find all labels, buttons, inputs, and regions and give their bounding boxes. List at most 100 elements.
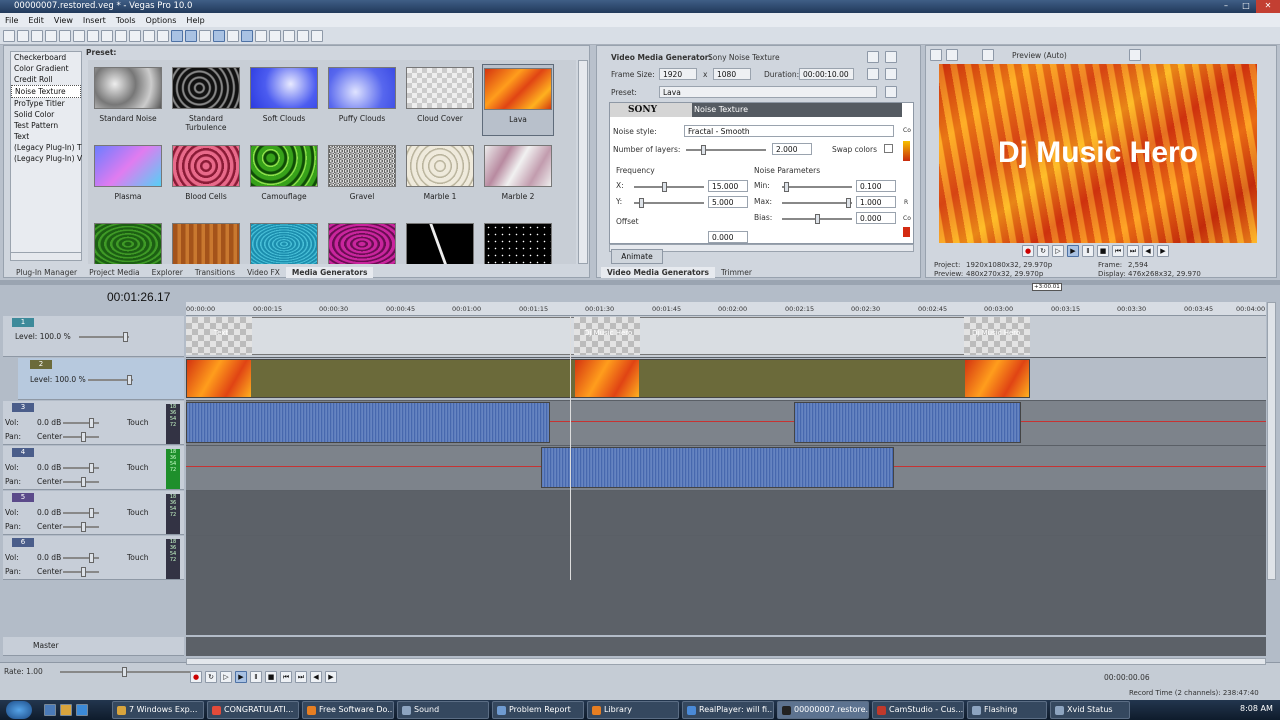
lava-clip[interactable] [575, 360, 639, 397]
selection-tool-icon[interactable] [269, 29, 281, 42]
level-slider[interactable] [88, 375, 133, 385]
layers-slider[interactable] [686, 145, 766, 155]
play-icon[interactable]: ▶ [1067, 245, 1079, 257]
splitter[interactable] [0, 280, 1280, 285]
slider-knob[interactable] [89, 418, 94, 428]
loop-icon[interactable]: ↻ [1037, 245, 1049, 257]
slider-knob[interactable] [89, 463, 94, 473]
tree-item[interactable]: (Legacy Plug-In) V [11, 153, 82, 164]
preview-mode-dropdown[interactable]: Preview (Auto) [1012, 51, 1067, 60]
preset-tile[interactable]: Standard Turbulence [170, 64, 242, 136]
time-ruler[interactable]: 00:00:00 00:00:15 00:00:30 00:00:45 00:0… [186, 302, 1266, 316]
frame-width-field[interactable]: 1920 [659, 68, 697, 80]
tree-item-selected[interactable]: Noise Texture [11, 85, 81, 98]
duration-field[interactable]: 00:00:10.00 [799, 68, 854, 80]
min-slider[interactable] [782, 182, 852, 192]
slider-knob[interactable] [701, 145, 706, 155]
slider-knob[interactable] [81, 477, 86, 487]
tree-item[interactable]: Solid Color [11, 109, 81, 120]
preset-tile[interactable] [404, 220, 476, 264]
tab-project-media[interactable]: Project Media [83, 267, 146, 278]
preset-tile[interactable] [170, 220, 242, 264]
save-icon[interactable] [31, 29, 43, 42]
record-icon[interactable]: ● [1022, 245, 1034, 257]
taskbar-item[interactable]: Free Software Do... [302, 701, 394, 719]
pause-icon[interactable]: Ⅱ [250, 671, 262, 683]
tab-explorer[interactable]: Explorer [146, 267, 189, 278]
tree-item[interactable]: Test Pattern [11, 120, 81, 131]
menu-insert[interactable]: Insert [78, 16, 111, 25]
taskbar-item[interactable]: Flashing [967, 701, 1047, 719]
vol-slider[interactable] [63, 418, 99, 428]
taskbar-item[interactable]: Library [587, 701, 679, 719]
record-icon[interactable]: ● [190, 671, 202, 683]
auto-crossfade-icon[interactable] [199, 29, 211, 42]
track-header-6[interactable]: 6 Vol: 0.0 dB Touch Pan: Center 18 36 54 72 [3, 536, 184, 580]
swap-colors-checkbox[interactable] [884, 144, 893, 153]
timeline-vscrollbar[interactable] [1267, 302, 1276, 580]
go-end-icon[interactable]: ⏭ [295, 671, 307, 683]
freq-y-slider[interactable] [634, 198, 704, 208]
new-icon[interactable] [3, 29, 15, 42]
slider-knob[interactable] [846, 198, 851, 208]
slider-knob[interactable] [815, 214, 820, 224]
preset-tile[interactable]: Camouflage [248, 142, 320, 214]
menu-view[interactable]: View [49, 16, 78, 25]
level-slider[interactable] [79, 332, 129, 342]
presets-scrollbar[interactable] [578, 60, 588, 264]
text-clip[interactable]: Dj Music Hero [964, 317, 1030, 355]
snapping-icon[interactable] [213, 29, 225, 42]
freq-x-slider[interactable] [634, 182, 704, 192]
automation-mode[interactable]: Touch [127, 508, 149, 517]
preset-tile[interactable]: Cloud Cover [404, 64, 476, 136]
taskbar-item[interactable]: CONGRATULATI... [207, 701, 299, 719]
preset-tile[interactable]: Marble 2 [482, 142, 554, 214]
tab-trimmer[interactable]: Trimmer [715, 267, 758, 278]
maximize-button[interactable]: □ [1236, 0, 1256, 13]
ignore-grouping-icon[interactable] [227, 29, 239, 42]
slider-knob[interactable] [122, 667, 127, 677]
envelope-tool-icon[interactable] [255, 29, 267, 42]
loop-icon[interactable]: ↻ [205, 671, 217, 683]
show-desktop-icon[interactable] [44, 704, 56, 716]
start-button[interactable] [6, 701, 32, 719]
go-start-icon[interactable]: ⏮ [280, 671, 292, 683]
clock[interactable]: 8:08 AM [1240, 704, 1273, 713]
menu-tools[interactable]: Tools [111, 16, 141, 25]
menu-help[interactable]: Help [181, 16, 209, 25]
slider-knob[interactable] [127, 375, 132, 385]
preset-tile[interactable]: Blood Cells [170, 142, 242, 214]
match-media-icon[interactable] [867, 68, 879, 80]
video-props-icon[interactable] [930, 49, 942, 61]
play-from-start-icon[interactable]: ▷ [1052, 245, 1064, 257]
master-bus-header[interactable]: Master [3, 637, 184, 656]
save-as-icon[interactable] [45, 29, 57, 42]
preset-tile[interactable]: Gravel [326, 142, 398, 214]
render-icon[interactable] [59, 29, 71, 42]
timeline-hscrollbar[interactable] [186, 658, 1266, 665]
tree-item[interactable]: (Legacy Plug-In) T [11, 142, 82, 153]
track-lanes[interactable]: Text Dj Music Hero Dj Music Hero [186, 316, 1266, 580]
stop-icon[interactable]: ■ [1097, 245, 1109, 257]
preset-tile-selected[interactable]: Lava [482, 64, 554, 136]
pan-slider[interactable] [63, 522, 99, 532]
stop-icon[interactable]: ■ [265, 671, 277, 683]
max-field[interactable]: 1.000 [856, 196, 896, 208]
taskbar-item-active[interactable]: 00000007.restore... [777, 701, 869, 719]
taskbar-item[interactable]: Xvid Status [1050, 701, 1130, 719]
settings-icon[interactable] [885, 68, 897, 80]
lava-clip[interactable] [187, 360, 251, 397]
track-header-1[interactable]: 1 Level: 100.0 % [3, 316, 184, 357]
preset-dropdown[interactable]: Lava [659, 86, 877, 98]
redo-icon[interactable] [157, 29, 169, 42]
play-icon[interactable]: ▶ [235, 671, 247, 683]
track-header-3[interactable]: 3 Vol: 0.0 dB Touch Pan: Center 18 36 54 72 [3, 401, 184, 445]
tree-scrollbar[interactable] [10, 252, 82, 261]
rate-slider[interactable] [60, 667, 190, 677]
taskbar-item[interactable]: RealPlayer: will fi... [682, 701, 774, 719]
paste-icon[interactable] [115, 29, 127, 42]
audio-clip[interactable] [186, 402, 550, 443]
normal-edit-tool-icon[interactable] [241, 29, 253, 42]
tab-plugin-manager[interactable]: Plug-In Manager [10, 267, 83, 278]
menu-options[interactable]: Options [141, 16, 182, 25]
